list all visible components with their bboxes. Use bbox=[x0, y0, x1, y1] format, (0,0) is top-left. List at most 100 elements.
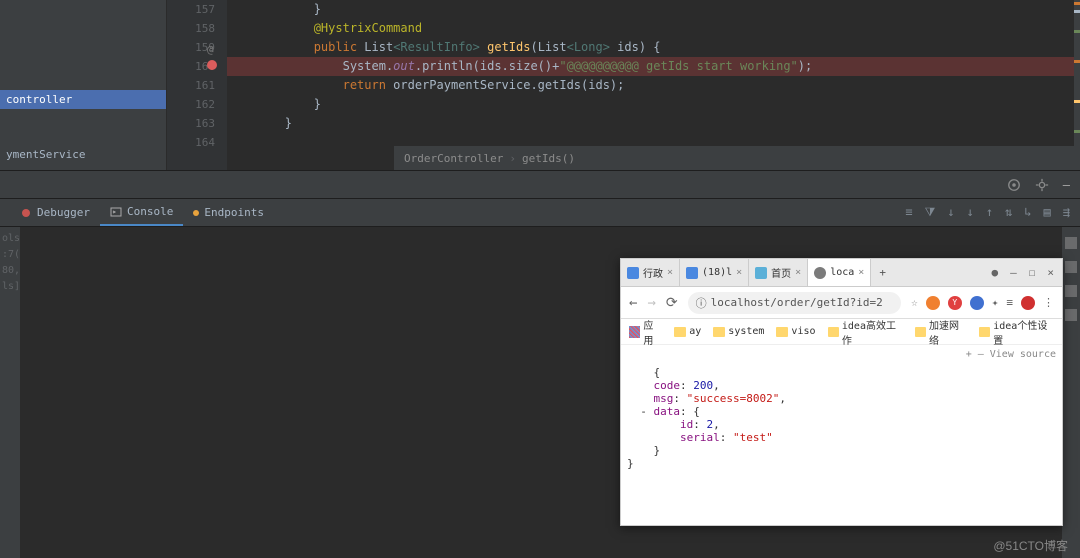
bookmark-folder[interactable]: idea高效工作 bbox=[828, 317, 903, 347]
info-icon: ⓘ bbox=[696, 295, 707, 311]
puzzle-icon[interactable]: ✦ bbox=[992, 296, 999, 309]
line-number: 164 bbox=[167, 133, 215, 152]
step-icon[interactable]: ↳ bbox=[1024, 205, 1031, 220]
list-icon[interactable]: ≡ bbox=[905, 205, 912, 220]
url-input[interactable]: ⓘ localhost/order/getId?id=2 bbox=[688, 292, 902, 314]
bookmark-folder[interactable]: viso bbox=[776, 326, 815, 337]
bug-icon bbox=[20, 207, 32, 219]
apps-icon bbox=[629, 326, 640, 338]
favicon-icon bbox=[755, 267, 767, 279]
tab-debugger[interactable]: Debugger bbox=[10, 199, 100, 226]
extension-icon[interactable] bbox=[926, 296, 940, 310]
code-line: } bbox=[227, 0, 1074, 19]
gutter-annotation-icon: @ bbox=[207, 40, 214, 59]
tab-console[interactable]: Console bbox=[100, 199, 183, 226]
code-area[interactable]: } @HystrixCommand public List<ResultInfo… bbox=[227, 0, 1074, 170]
browser-tab[interactable]: 行政× bbox=[621, 259, 680, 286]
menu-icon[interactable]: ⋮ bbox=[1043, 296, 1054, 309]
rail-icon[interactable] bbox=[1065, 285, 1077, 297]
bookmarks-bar: 应用 ay system viso idea高效工作 加速网络 idea个性设置 bbox=[621, 319, 1062, 345]
bookmark-folder[interactable]: ay bbox=[674, 326, 701, 337]
browser-window[interactable]: 行政× (18)l× 首页× loca× + ● — ☐ × ← → ⟳ ⓘ l… bbox=[620, 258, 1063, 526]
breadcrumb-class[interactable]: OrderController bbox=[404, 152, 503, 165]
line-number: 161 bbox=[167, 76, 215, 95]
window-button[interactable]: ● bbox=[992, 266, 999, 279]
extension-icon[interactable]: Y bbox=[948, 296, 962, 310]
rail-icon[interactable] bbox=[1065, 309, 1077, 321]
new-tab-button[interactable]: + bbox=[871, 266, 894, 279]
forward-icon[interactable]: → bbox=[647, 295, 655, 311]
chevron-right-icon: › bbox=[509, 152, 516, 165]
console-icon bbox=[110, 206, 122, 218]
browser-tab[interactable]: (18)l× bbox=[680, 259, 749, 286]
code-line: } bbox=[227, 95, 1074, 114]
maximize-icon[interactable]: ☐ bbox=[1029, 266, 1036, 279]
close-icon[interactable]: × bbox=[736, 267, 742, 278]
avatar-icon[interactable] bbox=[1021, 296, 1035, 310]
right-rail bbox=[1062, 227, 1080, 558]
tree-item-service[interactable]: ymentService bbox=[0, 145, 166, 164]
extension-icon[interactable] bbox=[970, 296, 984, 310]
watermark: @51CTO博客 bbox=[993, 537, 1068, 554]
endpoints-icon bbox=[193, 210, 199, 216]
close-icon[interactable]: × bbox=[1047, 266, 1054, 279]
folder-icon bbox=[979, 327, 990, 337]
minimap[interactable] bbox=[1074, 0, 1080, 170]
bookmark-folder[interactable]: idea个性设置 bbox=[979, 317, 1054, 347]
code-line: public List<ResultInfo> getIds(List<Long… bbox=[227, 38, 1074, 57]
browser-titlebar[interactable]: 行政× (18)l× 首页× loca× + ● — ☐ × bbox=[621, 259, 1062, 287]
address-bar: ← → ⟳ ⓘ localhost/order/getId?id=2 ☆ Y ✦… bbox=[621, 287, 1062, 319]
folder-icon bbox=[674, 327, 686, 337]
tree-item-controller[interactable]: controller bbox=[0, 90, 166, 109]
close-icon[interactable]: × bbox=[795, 267, 801, 278]
wrap-icon[interactable]: ⇶ bbox=[1063, 205, 1070, 220]
breadcrumb[interactable]: OrderController › getIds() bbox=[394, 146, 1080, 170]
tab-endpoints[interactable]: Endpoints bbox=[183, 199, 274, 226]
rail-icon[interactable] bbox=[1065, 261, 1077, 273]
browser-tab-active[interactable]: loca× bbox=[808, 259, 871, 286]
bookmark-folder[interactable]: 加速网络 bbox=[915, 317, 967, 347]
code-line: @HystrixCommand bbox=[227, 19, 1074, 38]
back-icon[interactable]: ← bbox=[629, 295, 637, 311]
code-line: return orderPaymentService.getIds(ids); bbox=[227, 76, 1074, 95]
gutter[interactable]: 157 158 159 160 161 162 163 164 @ bbox=[167, 0, 227, 170]
swap-icon[interactable]: ⇅ bbox=[1005, 205, 1012, 220]
rail-icon[interactable] bbox=[1065, 237, 1077, 249]
globe-icon bbox=[814, 267, 826, 279]
filter-icon[interactable]: ⧩ bbox=[925, 205, 936, 220]
list-icon[interactable]: ≡ bbox=[1006, 296, 1013, 309]
view-source-link[interactable]: + ‒ View source bbox=[966, 349, 1056, 360]
close-icon[interactable]: × bbox=[667, 267, 673, 278]
reload-icon[interactable]: ⟳ bbox=[666, 295, 678, 311]
layout-icon[interactable]: ▤ bbox=[1044, 205, 1051, 220]
debug-tabs: Debugger Console Endpoints ≡ ⧩ ↓ ↓ ↑ ⇅ ↳… bbox=[0, 199, 1080, 227]
line-number: 157 bbox=[167, 0, 215, 19]
arrow-down-icon[interactable]: ↓ bbox=[967, 205, 974, 220]
breakpoint-icon[interactable] bbox=[207, 60, 217, 70]
target-icon[interactable] bbox=[1007, 178, 1021, 192]
favicon-icon bbox=[686, 267, 698, 279]
project-panel[interactable]: controller ymentService bbox=[0, 0, 167, 170]
editor[interactable]: 157 158 159 160 161 162 163 164 @ } @Hys… bbox=[167, 0, 1080, 170]
folder-icon bbox=[915, 327, 926, 337]
browser-tab[interactable]: 首页× bbox=[749, 259, 808, 286]
line-number: 158 bbox=[167, 19, 215, 38]
close-icon[interactable]: × bbox=[858, 267, 864, 278]
breadcrumb-method[interactable]: getIds() bbox=[522, 152, 575, 165]
arrow-up-icon[interactable]: ↑ bbox=[986, 205, 993, 220]
star-icon[interactable]: ☆ bbox=[911, 296, 918, 309]
arrow-down-icon[interactable]: ↓ bbox=[947, 205, 954, 220]
folder-icon bbox=[776, 327, 788, 337]
line-number: 163 bbox=[167, 114, 215, 133]
url-text: localhost/order/getId?id=2 bbox=[711, 296, 883, 309]
code-line: } bbox=[227, 114, 1074, 133]
left-label: ols :7( 80, ls] bbox=[0, 227, 20, 558]
apps-button[interactable]: 应用 bbox=[629, 317, 662, 347]
favicon-icon bbox=[627, 267, 639, 279]
line-number: 162 bbox=[167, 95, 215, 114]
bookmark-folder[interactable]: system bbox=[713, 326, 764, 337]
minimize-icon[interactable]: — bbox=[1010, 266, 1017, 279]
gear-icon[interactable] bbox=[1035, 178, 1049, 192]
minimize-icon[interactable]: — bbox=[1063, 178, 1070, 192]
response-body[interactable]: + ‒ View source{ code: 200, msg: "succes… bbox=[621, 345, 1062, 478]
